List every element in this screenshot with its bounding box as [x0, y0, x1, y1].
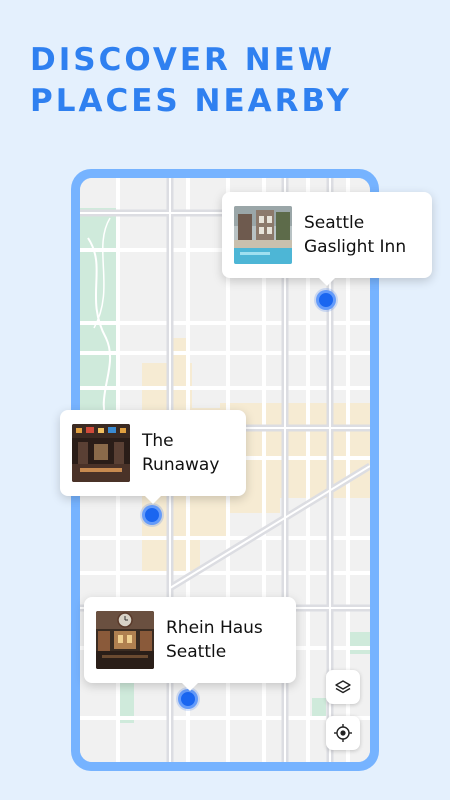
place-name-line-2: Seattle	[166, 642, 227, 662]
place-name: Rhein Haus Seattle	[166, 616, 263, 664]
my-location-icon	[334, 724, 352, 742]
map-pin-rhein-haus-seattle[interactable]	[178, 689, 198, 709]
headline-line-2: PLACES NEARBY	[30, 83, 352, 119]
place-name: Seattle Gaslight Inn	[304, 211, 406, 259]
place-name-line-1: Seattle	[304, 213, 365, 233]
my-location-button[interactable]	[326, 716, 360, 750]
layers-icon	[335, 680, 351, 694]
place-name-line-2: Runaway	[142, 455, 220, 475]
hotel-pool-photo	[234, 206, 292, 264]
bar-interior-photo	[72, 424, 130, 482]
place-name-line-1: Rhein Haus	[166, 618, 263, 638]
headline-line-1: DISCOVER NEW	[30, 42, 336, 78]
place-name: The Runaway	[142, 429, 219, 477]
place-card-seattle-gaslight-inn[interactable]: Seattle Gaslight Inn	[222, 192, 432, 286]
place-name-line-2: Gaslight Inn	[304, 237, 407, 257]
place-card-rhein-haus-seattle[interactable]: Rhein Haus Seattle	[84, 597, 296, 691]
map-pin-the-runaway[interactable]	[142, 505, 162, 525]
place-card-the-runaway[interactable]: The Runaway	[60, 410, 246, 504]
beer-hall-photo	[96, 611, 154, 669]
place-name-line-1: The	[142, 431, 174, 451]
layers-button[interactable]	[326, 670, 360, 704]
map-pin-seattle-gaslight-inn[interactable]	[316, 290, 336, 310]
headline: DISCOVER NEW PLACES NEARBY	[30, 40, 430, 122]
